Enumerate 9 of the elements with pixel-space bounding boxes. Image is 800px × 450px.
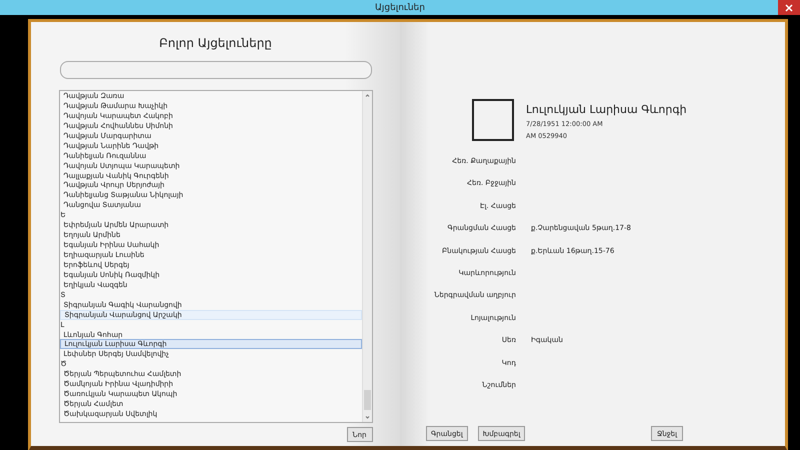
scrollbar[interactable] xyxy=(362,91,372,422)
close-button[interactable] xyxy=(778,0,800,15)
visitor-name: Լուլուկյան Լարիսա Գևորգի xyxy=(526,103,687,116)
photo-frame xyxy=(472,99,514,141)
search-field[interactable] xyxy=(60,61,372,79)
scroll-thumb[interactable] xyxy=(364,390,370,410)
page-heading: Բոլոր Այցելուները xyxy=(159,36,272,50)
close-icon xyxy=(785,4,793,12)
window-title: Այցելուներ xyxy=(375,2,425,12)
